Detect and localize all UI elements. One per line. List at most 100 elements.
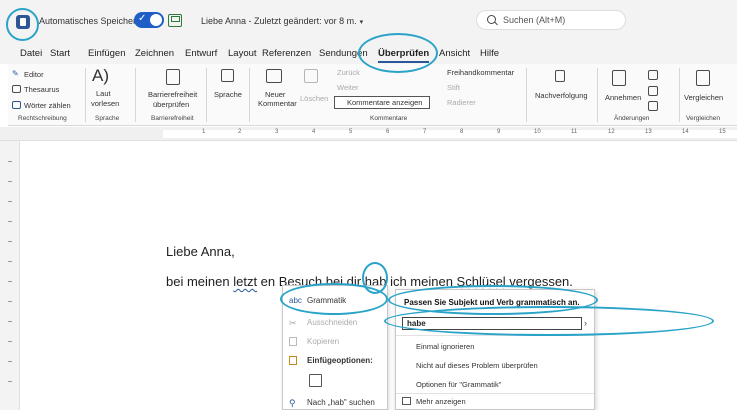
ruler-number: 6 bbox=[386, 129, 390, 135]
language-label: Sprache bbox=[214, 90, 242, 99]
ruler-number: 15 bbox=[719, 129, 726, 135]
chevron-right-icon[interactable]: › bbox=[584, 318, 587, 328]
previous-comment-button[interactable]: Zurück bbox=[337, 68, 360, 77]
compare-icon bbox=[696, 70, 710, 86]
word-app-icon[interactable] bbox=[16, 15, 30, 29]
autosave-toggle[interactable]: ✓ bbox=[134, 12, 164, 28]
read-aloud-icon: A) bbox=[92, 66, 109, 85]
ruler-tick bbox=[8, 201, 12, 202]
new-comment-label-2: Kommentar bbox=[258, 99, 297, 108]
book-icon bbox=[12, 85, 21, 93]
ruler-tick bbox=[8, 321, 12, 322]
ruler-number: 7 bbox=[423, 129, 427, 135]
divider bbox=[206, 68, 207, 122]
accept-label: Annehmen bbox=[605, 93, 642, 102]
next-comment-button[interactable]: Weiter bbox=[337, 83, 359, 92]
suggestion-button[interactable]: habe bbox=[402, 317, 582, 330]
ruler-tick bbox=[8, 221, 12, 222]
group-label-spelling: Rechtschreibung bbox=[18, 115, 67, 122]
accessibility-label-2: überprüfen bbox=[153, 100, 190, 109]
ruler-number: 3 bbox=[275, 129, 279, 135]
suggestion-label: habe bbox=[407, 319, 426, 328]
show-comments-button[interactable]: Kommentare anzeigen bbox=[334, 96, 430, 109]
toggle-knob bbox=[150, 14, 162, 26]
paste-keep-text-icon[interactable] bbox=[309, 374, 322, 387]
compare-label: Vergleichen bbox=[684, 93, 724, 102]
tab-sendungen[interactable]: Sendungen bbox=[319, 48, 368, 59]
counter-icon bbox=[12, 101, 21, 109]
paste-options-item: Einfügeoptionen: bbox=[289, 356, 373, 365]
next-change-icon[interactable] bbox=[648, 101, 658, 111]
grammar-menu-item[interactable]: abc Grammatik bbox=[289, 296, 346, 305]
grammar-options-item[interactable]: Optionen für "Grammatik" bbox=[416, 380, 501, 389]
pen-button[interactable]: Stift bbox=[447, 83, 460, 92]
accessibility-icon bbox=[166, 69, 180, 85]
ruler-number: 12 bbox=[608, 129, 615, 135]
ruler-number: 4 bbox=[312, 129, 316, 135]
tab-entwurf[interactable]: Entwurf bbox=[185, 48, 217, 59]
read-aloud-label-2: vorlesen bbox=[91, 99, 120, 108]
new-comment-label-1: Neuer bbox=[265, 90, 286, 99]
ruler-number: 14 bbox=[682, 129, 689, 135]
read-aloud-label-1: Laut bbox=[96, 89, 111, 98]
context-menu: abc Grammatik ✂ Ausschneiden Kopieren Ei… bbox=[282, 285, 388, 410]
cut-menu-item[interactable]: ✂ Ausschneiden bbox=[289, 318, 358, 328]
tab-einfuegen[interactable]: Einfügen bbox=[88, 48, 126, 59]
tab-hilfe[interactable]: Hilfe bbox=[480, 48, 499, 59]
search-menu-item[interactable]: ⚲ Nach „hab" suchen bbox=[289, 398, 375, 408]
grammar-label: Grammatik bbox=[307, 296, 347, 305]
tracking-label: Nachverfolgung bbox=[535, 91, 588, 100]
scissors-icon: ✂ bbox=[289, 318, 297, 328]
search-input[interactable]: Suchen (Alt+M) bbox=[476, 10, 626, 30]
divider bbox=[249, 68, 250, 122]
ruler-tick bbox=[8, 181, 12, 182]
spelling-error-word[interactable]: Schlüsel bbox=[457, 274, 506, 289]
freehand-comment-button[interactable]: Freihandkommentar bbox=[447, 68, 514, 77]
grammar-issue-title: Passen Sie Subjekt und Verb grammatisch … bbox=[404, 298, 580, 307]
title-bar: Automatisches Speichern ✓ Liebe Anna - Z… bbox=[0, 0, 737, 44]
paste-icon bbox=[289, 356, 297, 365]
ruler-number: 2 bbox=[238, 129, 242, 135]
group-label-compare: Vergleichen bbox=[686, 115, 720, 122]
grammar-error-word[interactable]: letzt bbox=[233, 274, 257, 289]
previous-change-icon[interactable] bbox=[648, 86, 658, 96]
ruler-tick bbox=[8, 381, 12, 382]
divider bbox=[526, 68, 527, 122]
text-run: ich meinen bbox=[386, 274, 457, 289]
dont-check-item[interactable]: Nicht auf dieses Problem überprüfen bbox=[416, 361, 538, 370]
group-label-accessibility: Barrierefreiheit bbox=[151, 115, 194, 122]
vertical-ruler[interactable] bbox=[0, 141, 20, 410]
pen-icon: ✎ bbox=[12, 69, 19, 78]
document-greeting[interactable]: Liebe Anna, bbox=[166, 244, 235, 259]
show-more-icon bbox=[402, 397, 411, 405]
save-icon[interactable] bbox=[168, 14, 182, 27]
tab-ueberpruefen[interactable]: Überprüfen bbox=[378, 48, 430, 63]
thesaurus-label: Thesaurus bbox=[24, 85, 60, 94]
document-title[interactable]: Liebe Anna - Zuletzt geändert: vor 8 m. ▾ bbox=[201, 16, 363, 26]
tab-zeichnen[interactable]: Zeichnen bbox=[135, 48, 174, 59]
divider bbox=[597, 68, 598, 122]
paste-options-label: Einfügeoptionen: bbox=[307, 356, 373, 365]
group-label-changes: Änderungen bbox=[614, 115, 650, 122]
word-count-label: Wörter zählen bbox=[24, 101, 71, 110]
ribbon: ✎ Editor Thesaurus Wörter zählen Rechtsc… bbox=[8, 64, 737, 126]
copy-menu-item[interactable]: Kopieren bbox=[289, 337, 339, 346]
ruler-number: 10 bbox=[534, 129, 541, 135]
tab-start[interactable]: Start bbox=[50, 48, 70, 59]
editor-label: Editor bbox=[24, 70, 44, 79]
cut-label: Ausschneiden bbox=[307, 318, 358, 327]
reject-icon[interactable] bbox=[648, 70, 658, 80]
horizontal-ruler[interactable]: 1 2 3 4 5 6 7 8 9 10 11 12 13 14 15 bbox=[0, 127, 737, 141]
show-comments-label: Kommentare anzeigen bbox=[347, 98, 423, 107]
search-icon: ⚲ bbox=[289, 398, 296, 408]
divider bbox=[85, 68, 86, 122]
tab-ansicht[interactable]: Ansicht bbox=[439, 48, 470, 59]
tab-referenzen[interactable]: Referenzen bbox=[262, 48, 311, 59]
new-comment-icon bbox=[266, 69, 282, 83]
eraser-button[interactable]: Radierer bbox=[447, 98, 476, 107]
accept-icon bbox=[612, 70, 626, 86]
ribbon-tabs: Datei Start Einfügen Zeichnen Entwurf La… bbox=[0, 44, 737, 64]
tab-layout[interactable]: Layout bbox=[228, 48, 257, 59]
tab-datei[interactable]: Datei bbox=[20, 48, 42, 59]
ignore-once-item[interactable]: Einmal ignorieren bbox=[416, 342, 474, 351]
